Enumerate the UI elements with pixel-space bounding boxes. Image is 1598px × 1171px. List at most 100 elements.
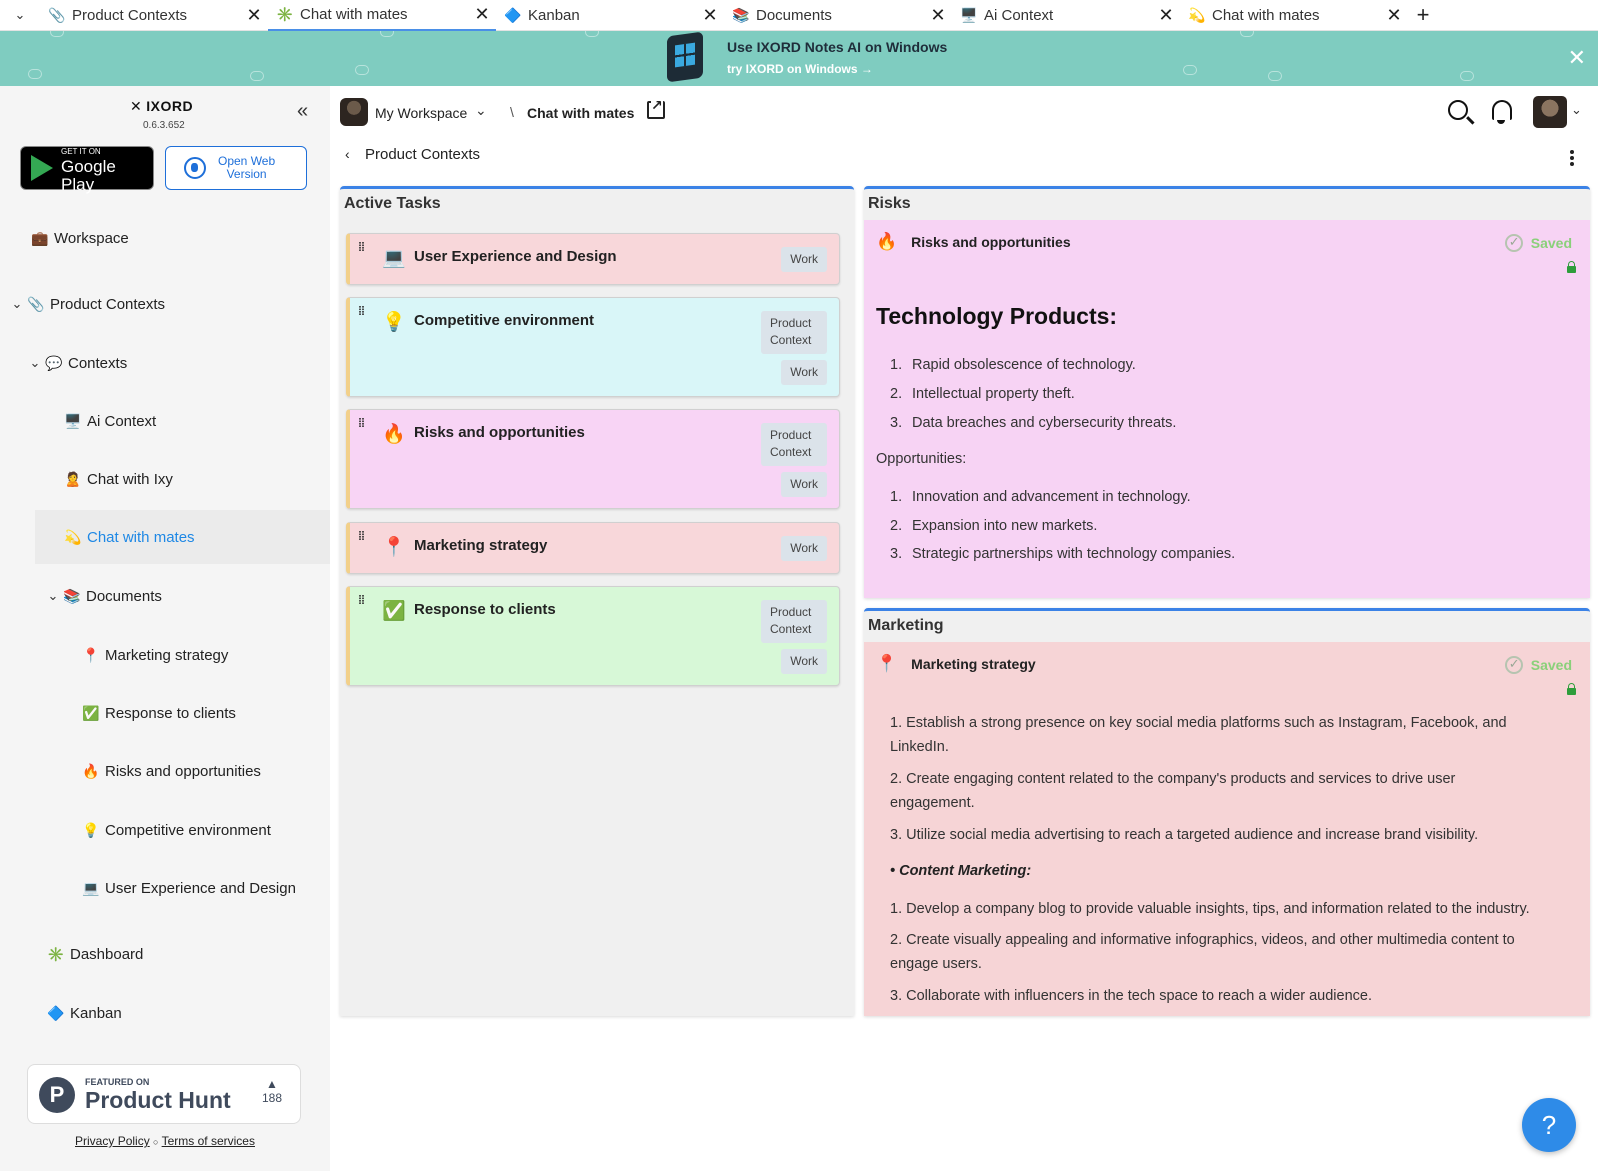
google-play-button[interactable]: GET IT ON Google Play [20,146,154,193]
decoration [380,31,394,37]
check-circle-icon [1504,656,1523,674]
close-tab-icon[interactable]: ✕ [468,4,496,25]
task-card[interactable]: ⁞⁞ 📍 Marketing strategy Work [346,522,840,574]
list-item: 3. Strategic partnerships with technology… [876,543,1570,567]
back-link[interactable]: ‹ Product Contexts [345,146,480,163]
sidebar-item-competitive-environment[interactable]: 💡 Competitive environment [0,805,330,855]
task-card[interactable]: ⁞⁞ 🔥 Risks and opportunities Product Con… [346,409,840,509]
sidebar-item-label: Risks and opportunities [105,762,261,780]
note-content[interactable]: Technology Products: 1. Rapid obsolescenc… [876,298,1570,572]
sidebar-item-contexts[interactable]: ⌄ 💬 Contexts [0,338,330,388]
sidebar-item-label: Contexts [68,354,128,372]
close-tab-icon[interactable]: ✕ [696,5,724,26]
task-card[interactable]: ⁞⁞ ✅ Response to clients Product Context… [346,586,840,686]
app-version: 0.6.3.652 [143,120,185,131]
open-web-version-button[interactable]: Open Web Version [165,146,307,190]
note-content[interactable]: 1. Establish a strong presence on key so… [890,712,1530,1016]
decoration [1460,71,1474,81]
notifications-bell-icon[interactable] [1490,98,1512,124]
drag-handle-icon[interactable]: ⁞⁞ [358,305,365,317]
chevron-down-icon[interactable]: ⌄ [8,296,26,312]
privacy-policy-link[interactable]: Privacy Policy [75,1134,150,1148]
tab-product-contexts[interactable]: 📎 Product Contexts ✕ [40,0,268,31]
tab-chat-with-mates-2[interactable]: 💫 Chat with mates ✕ [1180,0,1408,31]
task-card[interactable]: ⁞⁞ 💻 User Experience and Design Work [346,233,840,285]
banner-link[interactable]: try IXORD on Windows → [727,62,873,76]
product-hunt-badge[interactable]: P FEATURED ON Product Hunt ▲ 188 [27,1064,301,1124]
windows-logo-icon [667,31,703,83]
sidebar-item-chat-with-ixy[interactable]: 🙎 Chat with Ixy [0,454,330,504]
upvote-triangle-icon: ▲ [266,1077,278,1091]
collapse-sidebar-icon[interactable]: « [297,100,308,123]
tab-label: Product Contexts [72,6,188,24]
sidebar-item-product-contexts[interactable]: ⌄ 📎 Product Contexts [0,279,330,329]
sidebar-item-kanban[interactable]: 🔷 Kanban [0,988,330,1038]
lock-icon [1567,261,1576,273]
tab-kanban[interactable]: 🔷 Kanban ✕ [496,0,724,31]
tab-chat-with-mates[interactable]: ✳️ Chat with mates ✕ [268,0,496,31]
user-avatar[interactable] [1533,96,1567,128]
close-tab-icon[interactable]: ✕ [1152,5,1180,26]
workspace-avatar[interactable] [340,98,368,126]
list-item-text: Expansion into new markets. [912,517,1098,534]
pin-icon: 📍 [382,537,406,558]
note-heading: Technology Products: [876,303,1118,329]
sidebar-item-risks-and-opportunities[interactable]: 🔥 Risks and opportunities [0,746,330,796]
list-item-text: Strategic partnerships with technology c… [912,546,1236,563]
lightbulb-icon: 💡 [382,312,406,333]
search-icon[interactable] [1448,100,1468,120]
close-tab-icon[interactable]: ✕ [1380,5,1408,26]
sidebar-item-label: Product Contexts [50,295,166,313]
sidebar-item-ai-context[interactable]: 🖥️ Ai Context [0,396,330,446]
sidebar-item-user-experience-and-design[interactable]: 💻 User Experience and Design [0,863,330,913]
help-button[interactable]: ? [1522,1098,1576,1152]
google-play-icon [31,155,53,181]
separator-dot: ○ [153,1137,159,1147]
saved-status: Saved [1504,656,1572,674]
new-tab-button[interactable]: + [1408,2,1438,28]
drag-handle-icon[interactable]: ⁞⁞ [358,594,365,606]
pin-icon: 📍 [82,646,100,663]
tab-ai-context[interactable]: 🖥️ Ai Context ✕ [952,0,1180,31]
sparkle-icon: ✳️ [276,5,294,22]
tab-list-chevron-icon[interactable]: ⌄ [0,0,40,30]
tab-documents[interactable]: 📚 Documents ✕ [724,0,952,31]
sidebar-item-response-to-clients[interactable]: ✅ Response to clients [0,688,330,738]
paperclip-icon: 📎 [27,295,45,312]
chevron-down-icon[interactable]: ⌄ [1571,102,1582,118]
list-item: 2. Intellectual property theft. [876,383,1570,407]
close-banner-button[interactable]: ✕ [1568,45,1586,71]
drag-handle-icon[interactable]: ⁞⁞ [358,417,365,429]
active-tasks-panel: Active Tasks ⁞⁞ 💻 User Experience and De… [340,186,854,1016]
note-risks[interactable]: 🔥 Risks and opportunities Saved Technolo… [864,220,1590,598]
tab-label: Documents [756,6,832,24]
task-card[interactable]: ⁞⁞ 💡 Competitive environment Product Con… [346,297,840,397]
task-title: Marketing strategy [414,537,548,554]
open-external-icon[interactable] [647,97,665,119]
sidebar-item-dashboard[interactable]: ✳️ Dashboard [0,929,330,979]
chevron-down-icon[interactable]: ⌄ [475,102,487,119]
chevron-down-icon[interactable]: ⌄ [44,588,62,604]
more-options-icon[interactable] [1570,150,1574,166]
workspace-name[interactable]: My Workspace [375,105,467,121]
drag-handle-icon[interactable]: ⁞⁞ [358,241,365,253]
sidebar-item-documents[interactable]: ⌄ 📚 Documents [0,571,330,621]
terms-link[interactable]: Terms of services [162,1134,255,1148]
fire-icon: 🔥 [876,232,898,251]
windows-promo-banner[interactable]: Use IXORD Notes AI on Windows try IXORD … [0,31,1598,86]
sidebar-item-workspace[interactable]: 💼 Workspace [0,213,330,263]
close-tab-icon[interactable]: ✕ [240,5,268,26]
app-logo: ✕ IXORD [130,98,193,115]
drag-handle-icon[interactable]: ⁞⁞ [358,530,365,542]
saved-status: Saved [1504,234,1572,252]
chevron-down-icon[interactable]: ⌄ [26,355,44,371]
note-marketing[interactable]: 📍 Marketing strategy Saved 1. Establish … [864,642,1590,1016]
breadcrumb-current-page: Chat with mates [527,105,635,121]
decoration [250,71,264,81]
tag-work: Work [781,359,827,386]
sidebar-item-chat-with-mates[interactable]: 💫 Chat with mates [35,510,330,564]
sidebar-item-marketing-strategy[interactable]: 📍 Marketing strategy [0,630,330,680]
sidebar-item-label: Dashboard [70,945,144,963]
close-tab-icon[interactable]: ✕ [924,5,952,26]
list-item: 2. Expansion into new markets. [876,515,1570,539]
